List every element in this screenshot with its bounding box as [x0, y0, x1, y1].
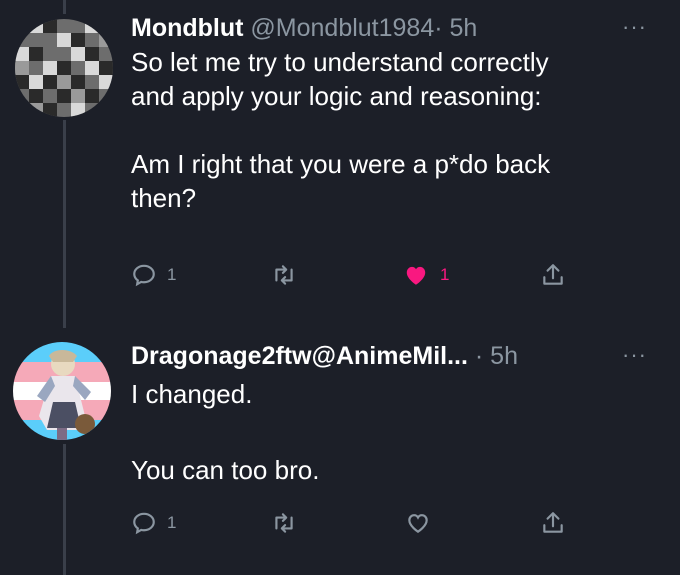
tweet-line: then?	[131, 183, 197, 213]
retweet-icon	[275, 513, 293, 533]
reply-icon	[133, 512, 155, 535]
tweet-header: Dragonage2ftw@AnimeMil... · 5h	[131, 341, 651, 371]
tweet-1: Mondblut @Mondblut1984· 5h So let me try…	[131, 13, 651, 215]
avatar[interactable]	[15, 19, 113, 117]
share-icon	[543, 512, 563, 533]
like-icon	[406, 266, 426, 285]
tweet-text: So let me try to understand correctly an…	[131, 45, 651, 215]
share-button[interactable]	[540, 262, 566, 288]
like-count: 1	[440, 265, 450, 284]
like-button[interactable]	[404, 510, 432, 536]
reply-count: 1	[167, 513, 177, 532]
share-button[interactable]	[540, 510, 566, 536]
tweet-line: Am I right that you were a p*do back	[131, 149, 551, 179]
anime-avatar-image	[13, 342, 111, 440]
display-name[interactable]: Mondblut	[131, 14, 243, 42]
display-name[interactable]: Dragonage2ftw	[131, 342, 312, 370]
handle[interactable]: @Mondblut1984	[250, 14, 434, 42]
thread-line-top	[63, 0, 66, 14]
more-icon[interactable]: ···	[622, 14, 647, 40]
separator: ·	[474, 342, 484, 370]
thread-line-middle	[63, 120, 66, 328]
tweet-line: and apply your logic and reasoning:	[131, 81, 542, 111]
reply-icon	[133, 264, 155, 287]
more-icon[interactable]: ···	[622, 342, 647, 368]
avatar[interactable]	[13, 342, 111, 440]
tweet-line: I changed.	[131, 379, 253, 409]
timestamp[interactable]: 5h	[450, 14, 478, 42]
retweet-button[interactable]	[270, 510, 298, 536]
tweet-2: Dragonage2ftw@AnimeMil... · 5h I changed…	[131, 341, 651, 487]
handle[interactable]: @AnimeMil...	[312, 342, 468, 370]
like-button[interactable]: 1	[402, 262, 449, 288]
reply-button[interactable]: 1	[131, 262, 176, 288]
reply-count: 1	[167, 265, 177, 284]
thread-line-bottom	[63, 444, 66, 575]
share-icon	[543, 264, 563, 285]
retweet-button[interactable]	[270, 262, 298, 288]
tweet-line: So let me try to understand correctly	[131, 47, 549, 77]
reply-button[interactable]: 1	[131, 510, 176, 536]
timestamp[interactable]: 5h	[490, 342, 518, 370]
retweet-icon	[275, 265, 293, 285]
pixelated-avatar-image	[15, 19, 113, 117]
tweet-header: Mondblut @Mondblut1984· 5h	[131, 13, 651, 43]
tweet-line: You can too bro.	[131, 455, 320, 485]
separator: ·	[434, 14, 443, 42]
tweet-text: I changed. You can too bro.	[131, 377, 651, 487]
like-icon	[408, 514, 428, 533]
